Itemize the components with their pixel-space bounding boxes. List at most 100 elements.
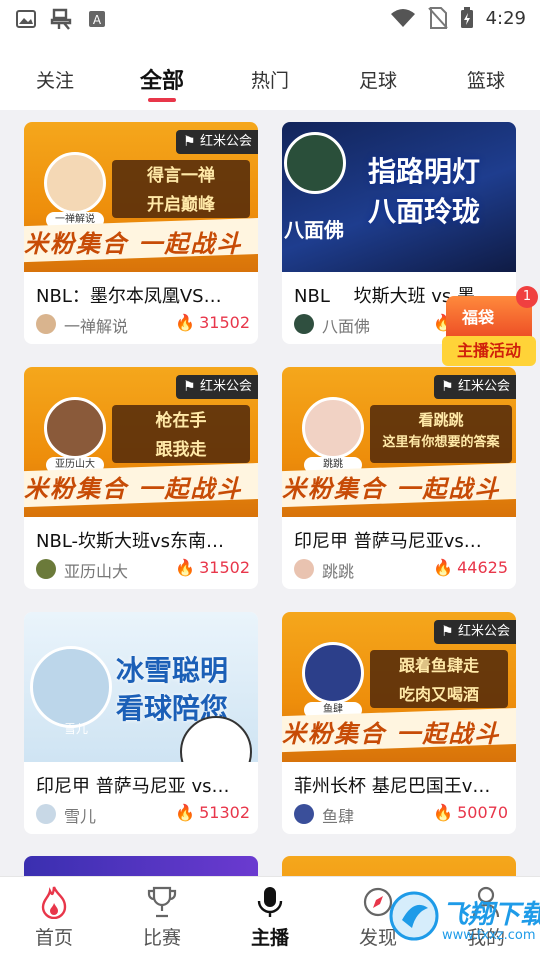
slogan-line-1: 看跳跳 xyxy=(418,411,464,429)
streamer-card[interactable]: 红米公会 跳跳 看跳跳 这里有你想要的答案 米粉集合 一起战斗 印尼甲 普萨马尼… xyxy=(282,367,516,589)
stream-title: NBL：墨尔本凤凰VS… xyxy=(36,286,222,307)
author-name: 一禅解说 xyxy=(64,317,129,336)
host-side-name: 雪儿 xyxy=(64,722,89,736)
stream-thumbnail: 雪儿 冰雪聪明 看球陪您 xyxy=(24,612,258,762)
tab-basketball[interactable]: 篮球 xyxy=(467,66,505,93)
author-name: 跳跳 xyxy=(322,562,355,581)
slogan-line-2: 这里有你想要的答案 xyxy=(382,435,500,450)
nav-anchors[interactable]: 主播 xyxy=(230,885,310,950)
author-name: 亚历山大 xyxy=(64,562,129,581)
flame-icon: 🔥 xyxy=(175,803,196,822)
stream-title: 印尼甲 普萨马尼亚vs… xyxy=(294,531,482,552)
author-avatar xyxy=(36,559,56,579)
microphone-icon xyxy=(257,887,283,917)
trophy-icon xyxy=(147,886,177,918)
author-name: 八面佛 xyxy=(322,317,371,336)
clock: 4:29 xyxy=(485,7,526,29)
author-avatar xyxy=(294,804,314,824)
heat-count: 🔥 51302 xyxy=(175,803,250,822)
stream-title: NBL-坎斯大班vs东南… xyxy=(36,531,225,552)
notification-badge: 1 xyxy=(516,286,538,308)
stream-meta: 跳跳 🔥 44625 xyxy=(294,558,508,581)
heat-value: 44625 xyxy=(457,558,508,577)
slogan-box: 得言一禅 开启巅峰 xyxy=(112,160,250,218)
streamer-card[interactable]: 红米公会 鱼肆 跟着鱼肆走 吃肉又喝酒 米粉集合 一起战斗 菲州长杯 基尼巴国王… xyxy=(282,612,516,834)
heat-count: 🔥31502 xyxy=(175,313,250,332)
nav-home-label: 首页 xyxy=(34,927,73,949)
tab-follow[interactable]: 关注 xyxy=(36,66,74,93)
banner-text: 米粉集合 一起战斗 xyxy=(282,720,501,748)
tab-hot[interactable]: 热门 xyxy=(251,66,289,93)
battery-charging-icon xyxy=(460,7,473,28)
host-avatar xyxy=(44,397,106,459)
host-avatar xyxy=(302,642,364,704)
host-avatar xyxy=(284,132,346,194)
author-avatar xyxy=(36,314,56,334)
club-tag: 红米公会 xyxy=(433,620,516,644)
flame-icon xyxy=(41,886,67,919)
banner-text: 米粉集合 一起战斗 xyxy=(24,230,243,258)
streamer-card[interactable]: 红米公会 亚历山大 枪在手 跟我走 米粉集合 一起战斗 NBL-坎斯大班vs东南… xyxy=(24,367,258,589)
flame-icon: 🔥 xyxy=(433,803,454,822)
author-name: 雪儿 xyxy=(64,807,97,826)
streamer-card[interactable]: 红米公会 一禅解说 得言一禅 开启巅峰 米粉集合 一起战斗 NBL：墨尔本凤凰V… xyxy=(24,122,258,344)
heat-count: 🔥 44625 xyxy=(433,558,508,577)
tab-football[interactable]: 足球 xyxy=(359,66,397,93)
author-avatar xyxy=(294,559,314,579)
heat-value: 31502 xyxy=(199,558,250,577)
stream-meta: 雪儿 🔥 51302 xyxy=(36,803,250,826)
watermark-url: www.fxxz.com xyxy=(442,928,536,943)
nav-matches[interactable]: 比赛 xyxy=(122,885,202,950)
author-avatar xyxy=(294,314,314,334)
flame-icon: 🔥 xyxy=(433,558,454,577)
watermark-logo-icon xyxy=(389,891,439,941)
slogan-line-2: 开启巅峰 xyxy=(147,195,215,215)
category-tabs: 关注 全部 热门 足球 篮球 xyxy=(0,38,540,110)
no-sim-icon xyxy=(427,7,448,29)
host-avatar xyxy=(302,397,364,459)
heat-value: 51302 xyxy=(199,803,250,822)
headline-line-1: 指路明灯 xyxy=(368,155,481,188)
banner-text: 米粉集合 一起战斗 xyxy=(24,475,243,503)
stream-thumbnail: 红米公会 一禅解说 得言一禅 开启巅峰 米粉集合 一起战斗 xyxy=(24,122,258,272)
heat-value: 31502 xyxy=(199,313,250,332)
anchor-activity-label: 主播活动 xyxy=(442,336,536,366)
status-bar: A 4:29 xyxy=(0,0,540,38)
host-side-name: 八面佛 xyxy=(284,218,344,242)
svg-text:A: A xyxy=(93,13,102,27)
flame-icon: 🔥 xyxy=(175,313,196,332)
heat-count: 🔥 50070 xyxy=(433,803,508,822)
slogan-box: 跟着鱼肆走 吃肉又喝酒 xyxy=(370,650,508,708)
stream-thumbnail: 红米公会 鱼肆 跟着鱼肆走 吃肉又喝酒 米粉集合 一起战斗 xyxy=(282,612,516,762)
host-avatar xyxy=(44,152,106,214)
nav-home[interactable]: 首页 xyxy=(14,885,94,950)
nav-matches-label: 比赛 xyxy=(142,927,181,949)
slogan-box: 枪在手 跟我走 xyxy=(112,405,250,463)
heat-count: 🔥31502 xyxy=(175,558,250,577)
active-tab-indicator xyxy=(148,98,176,102)
headline-line-1: 冰雪聪明 xyxy=(116,654,229,687)
author-avatar xyxy=(36,804,56,824)
slogan-line-1: 跟着鱼肆走 xyxy=(398,656,479,675)
heat-value: 50070 xyxy=(457,803,508,822)
gallery-icon xyxy=(16,10,36,28)
text-a-icon: A xyxy=(89,11,105,27)
stream-meta: 亚历山大 🔥 31502 xyxy=(36,558,250,581)
slogan-line-2: 跟我走 xyxy=(155,440,207,460)
thumb-headline: 指路明灯 八面玲珑 xyxy=(368,152,480,232)
slogan-line-1: 得言一禅 xyxy=(147,166,215,186)
stream-meta: 一禅解说 🔥 31502 xyxy=(36,313,250,336)
slogan-line-2: 吃肉又喝酒 xyxy=(398,685,479,704)
stream-meta: 鱼肆 🔥 50070 xyxy=(294,803,508,826)
slogan-line-1: 枪在手 xyxy=(155,411,207,431)
streamer-card[interactable]: 雪儿 冰雪聪明 看球陪您 印尼甲 普萨马尼亚 vs… 雪儿 🔥 51302 xyxy=(24,612,258,834)
anchor-activity-float[interactable]: 福袋 主播活动 1 xyxy=(440,286,538,382)
banner-text: 米粉集合 一起战斗 xyxy=(282,475,501,503)
author-name: 鱼肆 xyxy=(322,807,355,826)
tab-all[interactable]: 全部 xyxy=(140,63,184,95)
stream-thumbnail: 红米公会 跳跳 看跳跳 这里有你想要的答案 米粉集合 一起战斗 xyxy=(282,367,516,517)
stream-title: 印尼甲 普萨马尼亚 vs… xyxy=(36,776,230,797)
host-avatar xyxy=(30,646,112,728)
watermark-text: 飞翔下载 xyxy=(442,900,540,930)
wifi-icon xyxy=(390,9,415,27)
